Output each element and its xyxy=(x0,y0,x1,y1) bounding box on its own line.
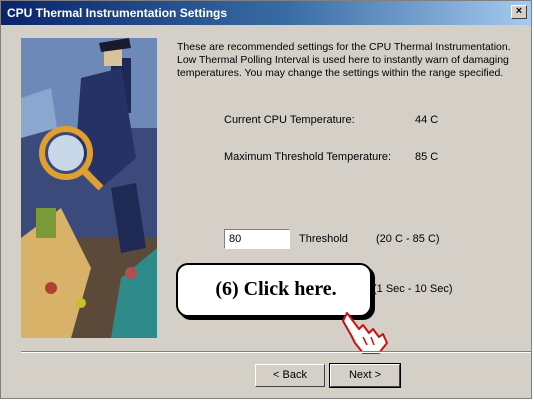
current-temp-value: 44 C xyxy=(415,114,439,126)
close-button[interactable]: × xyxy=(511,5,527,19)
dialog-window: CPU Thermal Instrumentation Settings × T… xyxy=(0,0,532,399)
threshold-label: Threshold xyxy=(299,233,348,245)
threshold-input[interactable]: 80 xyxy=(224,229,290,249)
polling-range: (1 Sec - 10 Sec) xyxy=(373,283,453,295)
button-divider xyxy=(21,351,531,353)
threshold-range: (20 C - 85 C) xyxy=(376,233,440,245)
callout-text: (6) Click here. xyxy=(215,278,337,300)
max-temp-value: 85 C xyxy=(415,151,439,163)
description-text: These are recommended settings for the C… xyxy=(177,41,511,79)
title-bar[interactable]: CPU Thermal Instrumentation Settings × xyxy=(1,1,531,25)
next-button[interactable]: Next > xyxy=(329,363,401,388)
close-icon: × xyxy=(515,5,523,17)
wizard-illustration xyxy=(21,38,157,338)
back-button[interactable]: < Back xyxy=(255,364,325,387)
max-temp-label: Maximum Threshold Temperature: xyxy=(224,151,392,163)
back-button-label: < Back xyxy=(273,369,307,381)
next-button-label: Next > xyxy=(348,369,382,381)
current-temp-label: Current CPU Temperature: xyxy=(224,114,355,126)
window-title: CPU Thermal Instrumentation Settings xyxy=(7,6,228,20)
pointing-hand-icon xyxy=(342,312,388,354)
